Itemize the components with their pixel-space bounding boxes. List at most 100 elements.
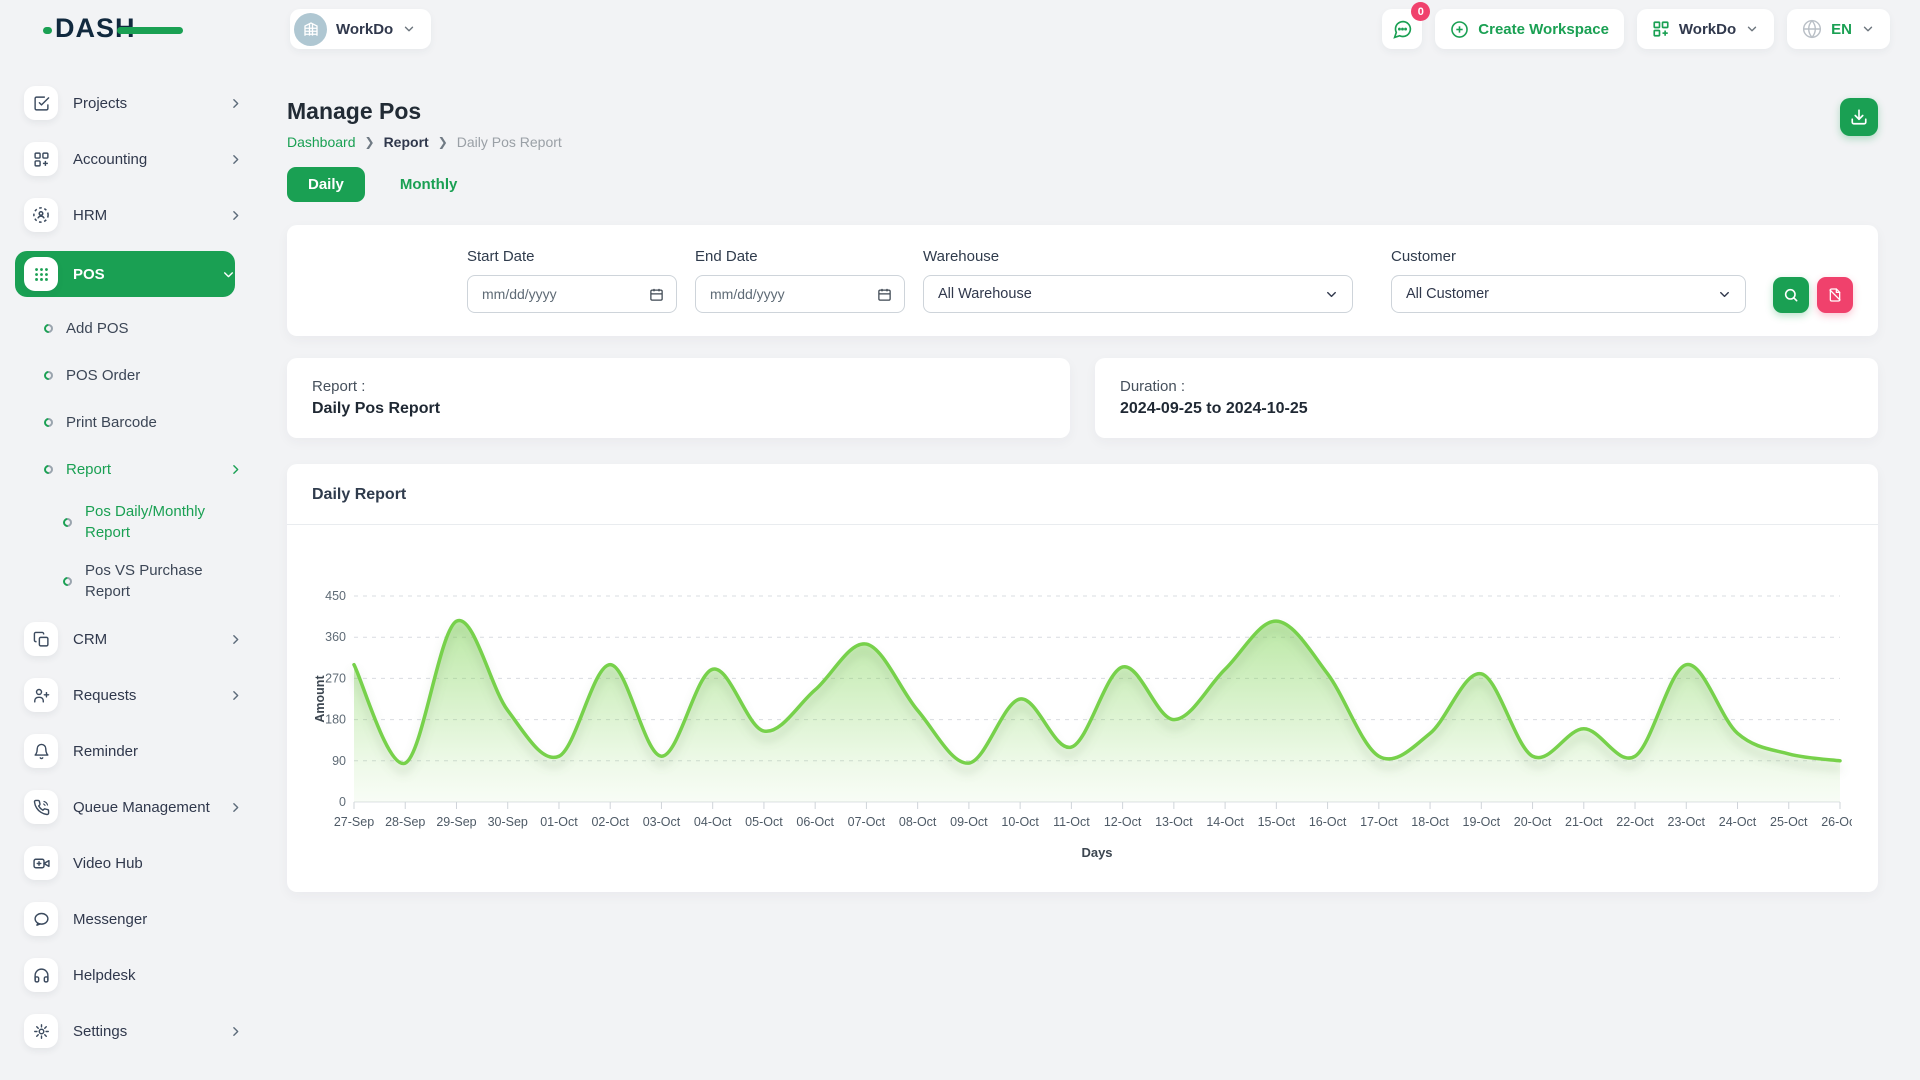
reset-filter-button[interactable] — [1817, 277, 1853, 313]
svg-text:18-Oct: 18-Oct — [1411, 815, 1449, 829]
tab-monthly[interactable]: Monthly — [379, 167, 479, 202]
sidebar-item-messenger[interactable]: Messenger — [0, 899, 242, 939]
sidebar-item-queue-management[interactable]: Queue Management — [0, 787, 242, 827]
sidebar-item-hrm[interactable]: HRM — [0, 195, 242, 235]
sidebar-item-pos-order[interactable]: POS Order — [0, 360, 242, 390]
svg-text:17-Oct: 17-Oct — [1360, 815, 1398, 829]
svg-text:360: 360 — [325, 630, 346, 644]
check-square-icon — [24, 86, 58, 120]
svg-text:11-Oct: 11-Oct — [1053, 815, 1090, 829]
page-title: Manage Pos — [287, 98, 562, 125]
sidebar-item-crm[interactable]: CRM — [0, 619, 242, 659]
svg-text:180: 180 — [325, 713, 346, 727]
chevron-right-icon — [229, 801, 242, 814]
customer-label: Customer — [1391, 248, 1746, 265]
svg-text:22-Oct: 22-Oct — [1616, 815, 1654, 829]
sidebar-item-reminder[interactable]: Reminder — [0, 731, 242, 771]
chevron-down-icon — [1324, 287, 1339, 302]
svg-text:10-Oct: 10-Oct — [1001, 815, 1039, 829]
chevron-right-icon — [229, 153, 242, 166]
create-workspace-button[interactable]: Create Workspace — [1435, 9, 1624, 49]
sidebar-item-pos-vs-purchase-report[interactable]: Pos VS Purchase Report — [0, 560, 242, 602]
sidebar-item-video-hub[interactable]: Video Hub — [0, 843, 242, 883]
svg-text:15-Oct: 15-Oct — [1258, 815, 1296, 829]
duration-summary-card: Duration : 2024-09-25 to 2024-10-25 — [1095, 358, 1878, 438]
sidebar-item-settings[interactable]: Settings — [0, 1011, 242, 1051]
start-date-label: Start Date — [467, 248, 677, 265]
end-date-field: End Date mm/dd/yyyy — [695, 248, 905, 313]
download-report-button[interactable] — [1840, 98, 1878, 136]
create-workspace-label: Create Workspace — [1478, 21, 1609, 38]
start-date-input[interactable]: mm/dd/yyyy — [467, 275, 677, 313]
breadcrumb-report[interactable]: Report — [384, 134, 429, 150]
messages-button[interactable]: 0 — [1382, 9, 1422, 49]
svg-text:27-Sep: 27-Sep — [334, 815, 374, 829]
chevron-right-icon: ❯ — [365, 135, 375, 149]
search-icon — [1783, 287, 1799, 303]
download-icon — [1850, 108, 1868, 126]
customer-select[interactable]: All Customer — [1391, 275, 1746, 313]
grid-plus-icon — [1652, 20, 1670, 38]
workspace-name: WorkDo — [336, 21, 393, 38]
sidebar-item-print-barcode[interactable]: Print Barcode — [0, 407, 242, 437]
sidebar-item-add-pos[interactable]: Add POS — [0, 313, 242, 343]
topbar-actions: 0 Create Workspace WorkDo EN — [1382, 9, 1890, 49]
svg-text:25-Oct: 25-Oct — [1770, 815, 1808, 829]
tab-daily[interactable]: Daily — [287, 167, 365, 202]
logo-accent-dot — [43, 27, 52, 34]
chevron-down-icon — [1745, 22, 1759, 36]
video-icon — [24, 846, 58, 880]
svg-text:23-Oct: 23-Oct — [1668, 815, 1706, 829]
sidebar-item-report[interactable]: Report — [0, 454, 242, 484]
svg-text:20-Oct: 20-Oct — [1514, 815, 1552, 829]
chevron-right-icon: ❯ — [438, 135, 448, 149]
company-menu[interactable]: WorkDo — [1637, 9, 1774, 49]
bullet-icon — [42, 322, 55, 335]
filter-panel: Start Date mm/dd/yyyy End Date mm/dd/yyy… — [287, 225, 1878, 336]
breadcrumb-dashboard[interactable]: Dashboard — [287, 134, 356, 150]
svg-text:21-Oct: 21-Oct — [1565, 815, 1603, 829]
svg-text:450: 450 — [325, 589, 346, 603]
workspace-switcher[interactable]: WorkDo — [290, 9, 431, 49]
svg-text:26-Oct: 26-Oct — [1821, 815, 1852, 829]
sidebar-item-accounting[interactable]: Accounting — [0, 139, 242, 179]
chevron-right-icon — [229, 97, 242, 110]
app-logo[interactable]: DASH — [55, 13, 136, 44]
sidebar-item-pos[interactable]: POS — [15, 251, 235, 297]
svg-text:07-Oct: 07-Oct — [848, 815, 886, 829]
duration-summary-label: Duration : — [1120, 378, 1853, 395]
top-bar: DASH WorkDo 0 Create Workspace WorkDo EN — [0, 0, 1920, 58]
svg-text:08-Oct: 08-Oct — [899, 815, 937, 829]
bullet-icon — [42, 369, 55, 382]
svg-text:270: 270 — [325, 671, 346, 685]
globe-icon — [1802, 19, 1822, 39]
apply-filter-button[interactable] — [1773, 277, 1809, 313]
user-plus-icon — [24, 678, 58, 712]
sidebar-item-requests[interactable]: Requests — [0, 675, 242, 715]
sidebar: Projects Accounting HRM POS Add POS POS … — [0, 58, 260, 1067]
clear-filter-icon — [1827, 287, 1843, 303]
calendar-icon — [877, 287, 892, 302]
gear-icon — [24, 1014, 58, 1048]
chevron-right-icon — [229, 633, 242, 646]
customer-field: Customer All Customer — [1391, 248, 1746, 313]
pos-grid-icon — [24, 257, 58, 291]
copy-icon — [24, 622, 58, 656]
chevron-down-icon — [1717, 287, 1732, 302]
warehouse-select[interactable]: All Warehouse — [923, 275, 1353, 313]
daily-report-card: Daily Report 09018027036045027-Sep28-Sep… — [287, 464, 1878, 892]
sidebar-item-pos-daily-monthly-report[interactable]: Pos Daily/Monthly Report — [0, 501, 242, 543]
svg-text:13-Oct: 13-Oct — [1155, 815, 1193, 829]
chevron-down-icon — [222, 268, 235, 281]
sidebar-item-helpdesk[interactable]: Helpdesk — [0, 955, 242, 995]
end-date-input[interactable]: mm/dd/yyyy — [695, 275, 905, 313]
workspace-avatar — [294, 13, 327, 46]
category-icon — [24, 142, 58, 176]
language-menu[interactable]: EN — [1787, 9, 1890, 49]
bullet-icon — [61, 516, 74, 529]
report-summary-value: Daily Pos Report — [312, 400, 1045, 418]
report-summary-label: Report : — [312, 378, 1045, 395]
warehouse-label: Warehouse — [923, 248, 1353, 265]
sidebar-item-projects[interactable]: Projects — [0, 83, 242, 123]
svg-text:0: 0 — [339, 795, 346, 809]
